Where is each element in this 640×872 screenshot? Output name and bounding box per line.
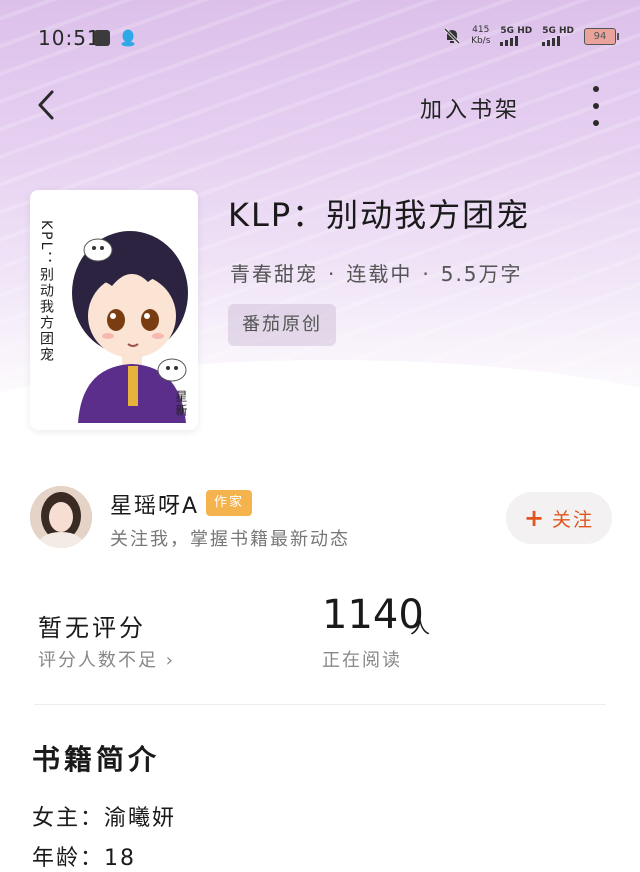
status-bar: 10:51 415 Kb/s 5G HD 5G HD 94 (0, 0, 640, 70)
sim1-signal: 5G HD (500, 26, 532, 46)
follow-button[interactable]: + 关注 (506, 492, 612, 544)
mute-bell-icon (444, 27, 461, 45)
signal-icon (500, 36, 519, 46)
book-title: KLP：别动我方团宠 (228, 196, 531, 234)
intro-title: 书籍简介 (32, 743, 161, 776)
battery-icon: 94 (584, 27, 619, 45)
intro-line: 女主：渝曦妍 (32, 806, 177, 831)
cover-signature: 星新 (174, 390, 188, 418)
cover-illustration (72, 231, 188, 423)
readers-unit: 人 (410, 614, 430, 638)
status-time: 10:51 (38, 26, 101, 50)
more-vertical-icon[interactable] (588, 86, 604, 126)
plus-icon: + (523, 504, 547, 532)
qq-icon (121, 29, 135, 47)
book-tag[interactable]: 番茄原创 (228, 304, 336, 346)
meta-separator: · (422, 262, 431, 286)
chevron-right-icon: › (158, 650, 175, 671)
rating-value: 暂无评分 (38, 614, 146, 642)
net-speed-unit: Kb/s (471, 36, 491, 46)
author-avatar[interactable] (30, 486, 92, 548)
author-name[interactable]: 星瑶呀A (110, 488, 199, 520)
divider (34, 704, 606, 705)
chevron-left-icon[interactable] (30, 88, 64, 122)
book-word-count: 5.5万字 (440, 262, 523, 286)
author-badge: 作家 (206, 490, 253, 516)
intro-line: 年龄：18 (32, 846, 136, 871)
rating-info-link[interactable]: 评分人数不足 › (38, 646, 175, 672)
book-genre: 青春甜宠 (230, 262, 318, 286)
book-meta: 青春甜宠 · 连载中 · 5.5万字 (230, 258, 523, 287)
signal-icon (542, 36, 561, 46)
rating-sub-label: 评分人数不足 (38, 650, 158, 671)
net-speed: 415 Kb/s (471, 25, 490, 47)
add-to-shelf-button[interactable]: 加入书架 (420, 92, 520, 124)
gallery-icon (94, 30, 110, 46)
status-right: 415 Kb/s 5G HD 5G HD 94 (443, 24, 619, 48)
cover-title: KPL：别动我方团宠 (38, 220, 54, 364)
follow-label: 关注 (552, 508, 595, 531)
meta-separator: · (328, 262, 337, 286)
book-cover[interactable]: KPL：别动我方团宠 星新 (30, 190, 198, 430)
sim2-label: 5G HD (542, 26, 574, 36)
sim1-label: 5G HD (500, 26, 533, 36)
avatar-image (30, 486, 92, 548)
book-status: 连载中 (346, 262, 413, 286)
readers-count: 1140 (322, 592, 424, 638)
author-description: 关注我，掌握书籍最新动态 (110, 529, 350, 550)
readers-label: 正在阅读 (322, 650, 402, 671)
sim2-signal: 5G HD (542, 26, 574, 46)
net-speed-value: 415 (472, 25, 490, 35)
